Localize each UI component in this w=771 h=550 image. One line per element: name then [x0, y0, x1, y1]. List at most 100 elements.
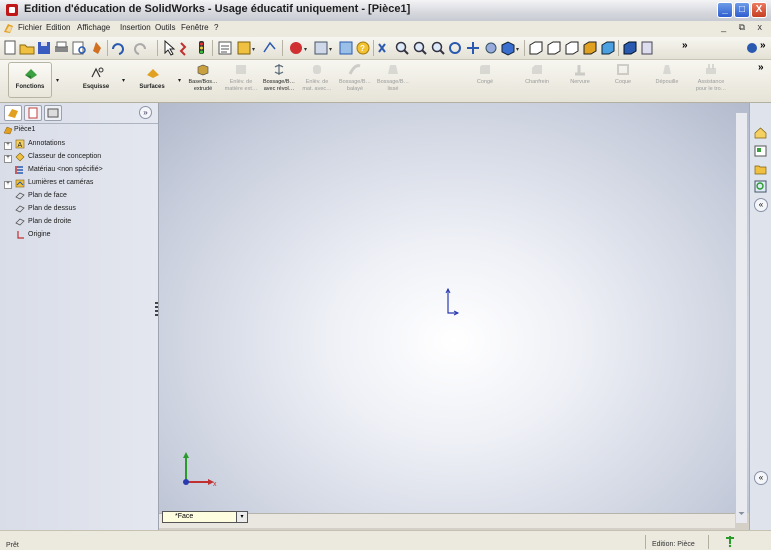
tree-item-lights-cameras[interactable]: + Lumières et caméras: [0, 178, 150, 190]
tool-extruded-cut[interactable]: Enlèv. de matière ext…: [222, 63, 260, 97]
menu-affichage[interactable]: Affichage: [76, 23, 111, 32]
draft-icon: [663, 65, 671, 74]
origin-icon: [17, 231, 24, 239]
toolbar-overflow-button-2[interactable]: »: [760, 40, 766, 51]
tree-item-origine[interactable]: Origine: [0, 230, 150, 242]
design-library-icon[interactable]: [753, 143, 768, 158]
reference-triad-icon: x: [183, 452, 217, 488]
help-icon[interactable]: [724, 534, 736, 548]
chevron-down-icon[interactable]: ▾: [236, 512, 247, 522]
features-icon: [25, 69, 37, 79]
maximize-button[interactable]: □: [734, 2, 750, 18]
smart-dimension-icon: [263, 41, 276, 53]
expand-icon[interactable]: +: [4, 155, 12, 163]
tool-extruded-boss[interactable]: Base/Bos… extrudé: [184, 63, 222, 97]
configurationmanager-tab-icon: [47, 108, 59, 118]
tool-swept-boss-label1: Bossage/B…: [338, 79, 372, 85]
tree-item-plan-de-face[interactable]: Plan de face: [0, 191, 150, 203]
tab-esquisse-dropdown-icon[interactable]: ▾: [122, 77, 125, 84]
tab-esquisse[interactable]: Esquisse ▾: [74, 62, 125, 98]
menu-fenetre[interactable]: Fenêtre: [180, 23, 210, 32]
status-bar: Prêt Edition: Pièce: [0, 530, 771, 550]
menu-outils[interactable]: Outils: [154, 23, 176, 32]
tab-fonctions[interactable]: Fonctions ▾: [8, 62, 59, 98]
tool-swept-boss-label2: balayé: [346, 86, 364, 92]
svg-text:x: x: [213, 481, 217, 488]
tool-chamfer[interactable]: Chanfrein: [518, 63, 556, 97]
appearance-icon: ▾: [290, 42, 307, 54]
standard-toolbar: ▾ ▾ ▾ ? ▾ » »: [0, 37, 771, 60]
tab-surfaces[interactable]: Surfaces ▾: [130, 62, 181, 98]
featuremanager-tab-icon: [8, 109, 18, 118]
minimize-button[interactable]: _: [717, 2, 733, 18]
tool-lofted-boss[interactable]: Bossage/B… lissé: [374, 63, 412, 97]
menu-bar: Fichier Edition Affichage Insertion Outi…: [0, 21, 771, 38]
status-divider: [708, 535, 709, 549]
revolved-boss-icon: [274, 64, 284, 75]
tab-surfaces-dropdown-icon[interactable]: ▾: [178, 77, 181, 84]
tree-item-plan-de-droite[interactable]: Plan de droite: [0, 217, 150, 229]
menu-insertion[interactable]: Insertion: [119, 23, 152, 32]
featuremanager-tab[interactable]: [4, 105, 22, 121]
document-window-controls[interactable]: _ ⧉ x: [721, 22, 767, 33]
task-pane: « «: [749, 103, 771, 530]
tool-hole-wizard[interactable]: Assistance pour le tro…: [692, 63, 730, 97]
wireframe-icon: [565, 41, 579, 55]
graphics-area[interactable]: x: [159, 103, 749, 513]
tool-lofted-boss-label2: lissé: [387, 86, 399, 92]
tree-item-material[interactable]: Matériau <non spécifié>: [0, 165, 150, 177]
part-icon: [3, 126, 13, 135]
title-bar: Edition d'éducation de SolidWorks - Usag…: [0, 0, 771, 22]
close-button[interactable]: X: [751, 2, 767, 18]
tool-revolved-cut[interactable]: Enlèv. de mat. avec…: [298, 63, 336, 97]
pane-expand-button[interactable]: »: [139, 106, 152, 119]
solidworks-doc-icon[interactable]: [2, 22, 15, 35]
menu-edition[interactable]: Edition: [45, 23, 71, 32]
command-manager-overflow[interactable]: »: [758, 62, 764, 73]
tool-shell-label: Coque: [614, 79, 632, 85]
tool-extruded-cut-label2: matière ext…: [224, 86, 258, 92]
tool-swept-boss[interactable]: Bossage/B… balayé: [336, 63, 374, 97]
search-icon[interactable]: [753, 179, 768, 194]
configurationmanager-tab[interactable]: [44, 105, 62, 121]
propertymanager-tab[interactable]: [24, 105, 42, 121]
view-name-dropdown[interactable]: *Face ▾: [162, 511, 248, 523]
menu-fichier[interactable]: Fichier: [17, 23, 43, 32]
plane-icon: [15, 205, 25, 213]
save-icon: [38, 42, 50, 54]
lofted-boss-icon: [388, 65, 398, 74]
tree-item-design-binder[interactable]: + Classeur de conception: [0, 152, 150, 164]
tool-rib[interactable]: Nervure: [561, 63, 599, 97]
view-name: *Face: [175, 513, 194, 520]
more-tools-icon[interactable]: [744, 40, 760, 56]
tree-item-label: Plan de dessus: [28, 205, 76, 212]
home-icon[interactable]: [753, 125, 768, 140]
tool-draft[interactable]: Dépouille: [648, 63, 686, 97]
shaded-icon: [601, 41, 615, 55]
svg-text:▾: ▾: [304, 47, 307, 53]
tab-fonctions-dropdown-icon[interactable]: ▾: [56, 77, 59, 84]
expand-icon[interactable]: +: [4, 142, 12, 150]
plane-icon: [15, 192, 25, 200]
collapse-task-pane-button[interactable]: «: [754, 198, 768, 212]
sketch-icon: [91, 67, 104, 78]
pane-splitter-handle[interactable]: [155, 302, 158, 316]
tool-revolved-boss[interactable]: Bossage/B… avec révol…: [260, 63, 298, 97]
toolbar-overflow-button[interactable]: »: [682, 40, 688, 51]
tool-shell[interactable]: Coque: [604, 63, 642, 97]
menu-help[interactable]: ?: [213, 23, 219, 32]
tool-revolved-boss-label1: Bossage/B…: [262, 79, 296, 85]
design-binder-icon: [15, 152, 25, 162]
tree-root[interactable]: Pièce1: [0, 125, 150, 137]
expand-icon[interactable]: +: [4, 181, 12, 189]
solidworks-app-icon[interactable]: [6, 4, 18, 16]
expand-task-pane-button[interactable]: «: [754, 471, 768, 485]
vertical-scrollbar[interactable]: [736, 113, 747, 523]
file-explorer-icon[interactable]: [753, 161, 768, 176]
tree-item-plan-de-dessus[interactable]: Plan de dessus: [0, 204, 150, 216]
vertical-scrollbar-track: [736, 113, 747, 523]
tool-fillet[interactable]: Congé: [466, 63, 504, 97]
svg-text:▾: ▾: [516, 47, 519, 53]
tree-item-annotations[interactable]: + A Annotations: [0, 139, 150, 151]
tree-item-label: Plan de face: [28, 192, 67, 199]
